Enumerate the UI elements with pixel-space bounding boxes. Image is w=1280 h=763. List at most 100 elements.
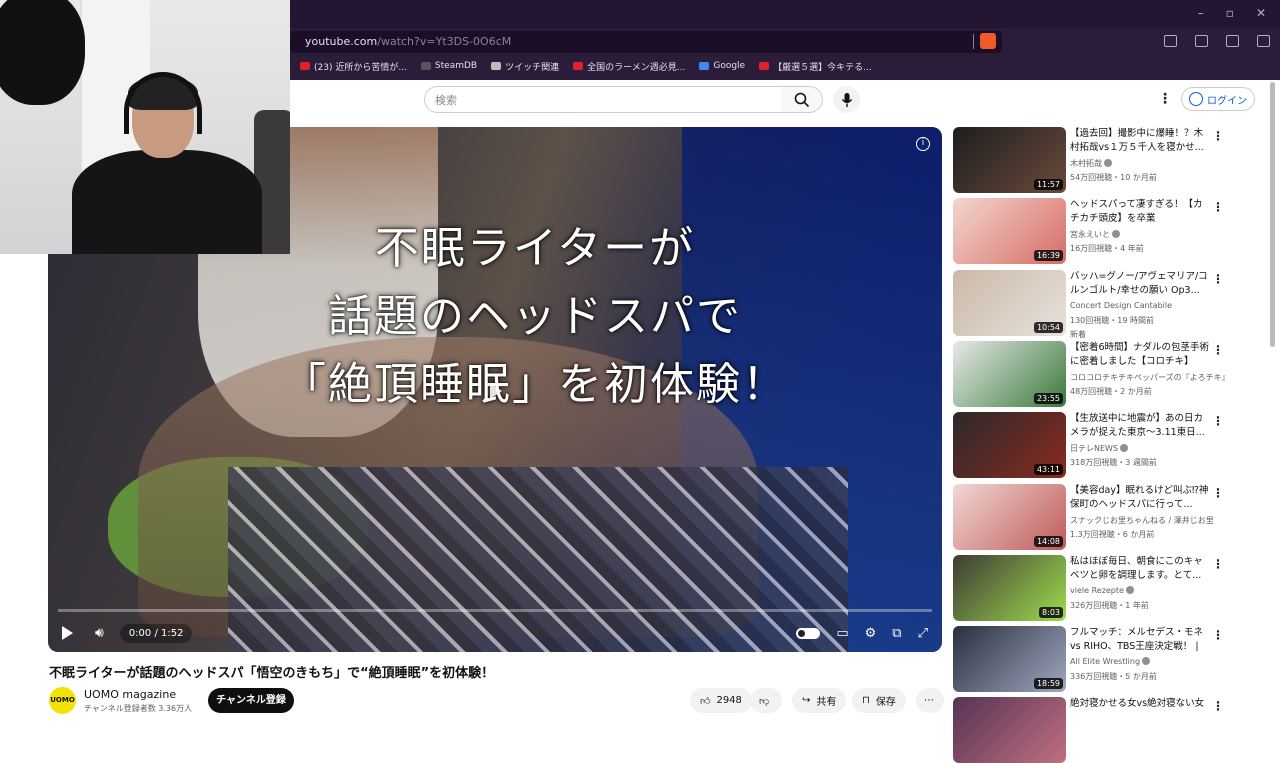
dislike-button[interactable]: 👎︎: [750, 688, 782, 713]
recommendation-title[interactable]: 私はほぼ毎日、朝食にこのキャベツと卵を調理します。とて...: [1070, 555, 1210, 583]
recommendation-kebab-icon[interactable]: ⋮: [1212, 343, 1224, 357]
recommendation-kebab-icon[interactable]: ⋮: [1212, 200, 1224, 214]
voice-search-button[interactable]: [833, 86, 860, 113]
toolbar-icons: [1164, 35, 1270, 47]
play-icon[interactable]: [62, 626, 73, 640]
recommendation-meta: 326万回視聴・1 年前: [1070, 600, 1149, 610]
recommendation-title[interactable]: フルマッチ：メルセデス・モネvs RIHO、TBS王座決定戦！ | ...: [1070, 626, 1210, 654]
recommendation-thumbnail[interactable]: 10:54: [953, 269, 1066, 336]
channel-avatar[interactable]: UOMO: [49, 687, 76, 714]
subscriber-count: チャンネル登録者数 3.36万人: [84, 704, 193, 713]
recommendation-item[interactable]: 絶対寝かせる女vs絶対寝ない女 ⋮: [953, 697, 1263, 763]
recommendation-channel-name: 宮永えいと: [1070, 230, 1110, 240]
subscribe-button[interactable]: チャンネル登録: [208, 688, 294, 713]
bookmark-item[interactable]: ツイッチ関連: [491, 60, 559, 73]
brave-shield-icon[interactable]: [980, 33, 996, 49]
fullscreen-icon[interactable]: ⤢: [918, 626, 928, 641]
recommendation-channel[interactable]: Concert Design Cantabile: [1070, 301, 1240, 310]
recommendation-thumbnail[interactable]: [953, 697, 1066, 763]
bookmark-item[interactable]: 全国のラーメン週必見...: [573, 60, 685, 73]
recommendation-kebab-icon[interactable]: ⋮: [1212, 699, 1224, 713]
bookmark-item[interactable]: Google: [699, 61, 745, 71]
recommendation-kebab-icon[interactable]: ⋮: [1212, 129, 1224, 143]
more-actions-button[interactable]: ⋯: [916, 688, 944, 713]
bookmark-favicon-icon: [300, 62, 310, 70]
recommendation-channel-name: viele Rezepte: [1070, 585, 1124, 595]
recommendation-title[interactable]: バッハ=グノー/アヴェマリア/コルンゴルト/幸せの願い Op3...: [1070, 270, 1210, 298]
like-button[interactable]: 👍︎ 2948: [690, 688, 752, 713]
recommendation-item[interactable]: 23:55 【密着6時間】ナダルの包茎手術に密着しました【コロチキ】コロコロチキチ…: [953, 340, 1263, 407]
recommendation-title[interactable]: ヘッドスパって凄すぎる！【カチカチ頭皮】を卒業: [1070, 198, 1210, 226]
recommendation-kebab-icon[interactable]: ⋮: [1212, 414, 1224, 428]
recommendation-title[interactable]: 絶対寝かせる女vs絶対寝ない女: [1070, 697, 1210, 725]
subtitles-icon[interactable]: ▭: [836, 626, 848, 641]
menu-icon[interactable]: [1257, 35, 1270, 47]
recommendation-channel[interactable]: viele Rezepte: [1070, 585, 1240, 595]
recommendation-item[interactable]: 10:54 バッハ=グノー/アヴェマリア/コルンゴルト/幸せの願い Op3... C…: [953, 269, 1263, 339]
duration-badge: 10:54: [1033, 321, 1063, 333]
page-scrollbar[interactable]: [1270, 82, 1275, 347]
recommendation-title[interactable]: 【生放送中に地震が】あの日カメラが捉えた東京～3.11東日...: [1070, 412, 1210, 440]
recommendation-meta: 336万回視聴・5 か月前: [1070, 672, 1157, 682]
recommendation-kebab-icon[interactable]: ⋮: [1212, 557, 1224, 571]
recommendation-item[interactable]: 8:03 私はほぼ毎日、朝食にこのキャベツと卵を調理します。とて... viele …: [953, 554, 1263, 621]
bookmark-label: ツイッチ関連: [505, 62, 560, 73]
login-button[interactable]: ログイン: [1181, 87, 1255, 111]
recommendation-thumbnail[interactable]: 43:11: [953, 412, 1066, 479]
recommendation-item[interactable]: 11:57 【過去回】撮影中に爆睡！？木村拓哉vs１万５千人を寝かせ... 木村拓哉…: [953, 127, 1263, 193]
recommendation-item[interactable]: 43:11 【生放送中に地震が】あの日カメラが捉えた東京～3.11東日... 日テレ…: [953, 412, 1263, 479]
recommendation-title[interactable]: 【密着6時間】ナダルの包茎手術に密着しました【コロチキ】: [1070, 341, 1210, 369]
recommendation-kebab-icon[interactable]: ⋮: [1212, 486, 1224, 500]
recommendation-item[interactable]: 14:08 【美容day】眠れるけど叫ぶ⁉神保町のヘッドスパに行って... スナック…: [953, 483, 1263, 550]
bookmark-item[interactable]: (23) 近所から苦情が...: [300, 60, 407, 73]
settings-gear-icon[interactable]: ⚙: [865, 626, 877, 641]
progress-bar[interactable]: [58, 609, 932, 612]
recommendation-item[interactable]: 18:59 フルマッチ：メルセデス・モネvs RIHO、TBS王座決定戦！ | .…: [953, 626, 1263, 693]
bookmark-item[interactable]: 【厳選５選】今キテる...: [759, 60, 872, 73]
recommendation-thumbnail[interactable]: 23:55: [953, 340, 1066, 407]
recommendation-channel[interactable]: All Elite Wrestling: [1070, 657, 1240, 666]
play-overlay-icon[interactable]: [490, 383, 502, 399]
recommendation-title[interactable]: 【過去回】撮影中に爆睡！？木村拓哉vs１万５千人を寝かせ...: [1070, 127, 1210, 155]
recommendation-channel[interactable]: 木村拓哉: [1070, 158, 1240, 169]
info-icon[interactable]: i: [916, 137, 930, 151]
search-input[interactable]: 検索: [424, 86, 782, 113]
save-button[interactable]: ⊓ 保存: [852, 688, 906, 713]
sidebar-icon[interactable]: [1195, 35, 1208, 47]
autoplay-toggle[interactable]: [796, 627, 821, 639]
close-icon[interactable]: ✕: [1256, 6, 1266, 20]
bookmark-label: 【厳選５選】今キテる...: [773, 62, 872, 73]
thumbs-up-icon: 👍︎: [700, 695, 711, 707]
recommendation-channel[interactable]: コロコロチキチキペッパーズの『よろチキ』: [1070, 372, 1240, 383]
volume-icon[interactable]: 🔊︎: [95, 625, 104, 641]
recommendation-kebab-icon[interactable]: ⋮: [1212, 628, 1224, 642]
recommendation-thumbnail[interactable]: 14:08: [953, 483, 1066, 550]
reader-icon[interactable]: [1226, 35, 1239, 47]
minimize-icon[interactable]: –: [1198, 6, 1204, 20]
channel-name[interactable]: UOMO magazine: [84, 688, 176, 701]
settings-kebab-icon[interactable]: ⋮: [1158, 91, 1172, 107]
search-button[interactable]: [781, 86, 823, 113]
mic-icon: [841, 92, 852, 107]
verified-check-icon: [1120, 444, 1129, 453]
maximize-icon[interactable]: ▫: [1226, 6, 1234, 20]
screenshot-icon[interactable]: [1164, 35, 1177, 47]
recommendation-channel[interactable]: 日テレNEWS: [1070, 443, 1240, 454]
recommendation-kebab-icon[interactable]: ⋮: [1212, 272, 1224, 286]
url-text[interactable]: youtube.com/watch?v=Yt3DS-0O6cM: [305, 35, 511, 48]
recommendation-channel[interactable]: スナックじお里ちゃんねる / 澤井じお里: [1070, 515, 1240, 526]
recommendation-channel-name: 木村拓哉: [1070, 159, 1102, 168]
share-button[interactable]: ↪ 共有: [792, 688, 847, 713]
recommendation-thumbnail[interactable]: 16:39: [953, 198, 1066, 265]
recommendation-thumbnail[interactable]: 8:03: [953, 554, 1066, 621]
recommendation-thumbnail[interactable]: 11:57: [953, 127, 1066, 193]
miniplayer-icon[interactable]: ⧉: [892, 626, 901, 641]
verified-check-icon: [1142, 657, 1151, 666]
bookmark-item[interactable]: SteamDB: [420, 61, 477, 71]
share-label: 共有: [816, 697, 837, 708]
recommendation-item[interactable]: 16:39 ヘッドスパって凄すぎる！【カチカチ頭皮】を卒業 宮永えいと 16万回視聴・…: [953, 198, 1263, 265]
recommendation-channel[interactable]: 宮永えいと: [1070, 229, 1240, 240]
recommendation-title[interactable]: 【美容day】眠れるけど叫ぶ⁉神保町のヘッドスパに行って...: [1070, 484, 1210, 512]
duration-badge: 18:59: [1033, 678, 1063, 690]
recommendation-thumbnail[interactable]: 18:59: [953, 626, 1066, 693]
